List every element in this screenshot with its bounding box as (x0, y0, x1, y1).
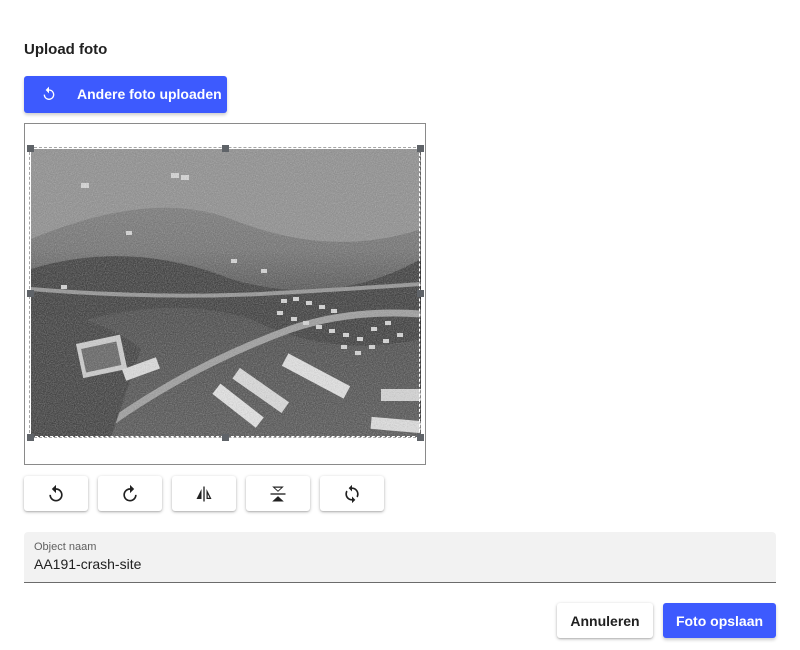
object-name-field[interactable]: Object naam (24, 532, 776, 583)
crop-handle[interactable] (27, 434, 34, 441)
crop-handle[interactable] (417, 145, 424, 152)
cancel-button[interactable]: Annuleren (557, 603, 653, 638)
crop-box[interactable] (29, 147, 421, 438)
dialog-title: Upload foto (24, 41, 108, 58)
image-tools (24, 476, 384, 511)
flip-horizontal-icon (196, 486, 212, 501)
upload-button-label: Andere foto uploaden (77, 86, 222, 102)
object-name-label: Object naam (34, 541, 97, 553)
sync-icon (345, 484, 359, 503)
image-cropper[interactable] (24, 123, 426, 465)
crop-handle[interactable] (417, 434, 424, 441)
crop-handle[interactable] (27, 290, 34, 297)
upload-other-photo-button[interactable]: Andere foto uploaden (24, 76, 227, 113)
flip-vertical-icon (270, 486, 286, 501)
save-photo-button[interactable]: Foto opslaan (663, 603, 776, 638)
crop-handle[interactable] (27, 145, 34, 152)
upload-photo-dialog: Upload foto Andere foto uploaden Object … (0, 0, 800, 650)
rotate-left-button[interactable] (24, 476, 88, 511)
rotate-right-icon (123, 484, 137, 501)
object-name-input[interactable] (34, 556, 754, 572)
rotate-left-icon (43, 86, 55, 100)
crop-handle[interactable] (222, 434, 229, 441)
flip-vertical-button[interactable] (246, 476, 310, 511)
crop-handle[interactable] (222, 145, 229, 152)
crop-handle[interactable] (417, 290, 424, 297)
reset-button[interactable] (320, 476, 384, 511)
rotate-right-button[interactable] (98, 476, 162, 511)
flip-horizontal-button[interactable] (172, 476, 236, 511)
rotate-left-icon (49, 484, 63, 501)
